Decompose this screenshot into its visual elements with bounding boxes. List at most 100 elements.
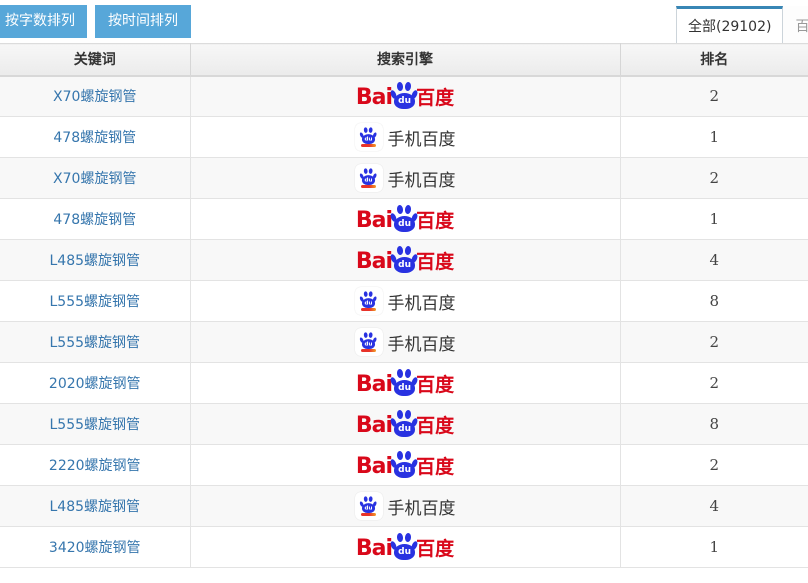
baidu-mobile-logo: du 手机百度	[355, 287, 456, 315]
keyword-cell: 478螺旋钢管	[0, 117, 190, 158]
baidu-paw-icon: du	[391, 205, 418, 233]
column-header-keyword: 关键词	[0, 44, 190, 76]
baidu-wordmark-bai: Bai	[356, 374, 392, 396]
keyword-link[interactable]: L555螺旋钢管	[49, 294, 140, 310]
keyword-cell: L485螺旋钢管	[0, 486, 190, 527]
engine-tabs: 全部(29102) 百度	[676, 6, 808, 43]
keyword-link[interactable]: 3420螺旋钢管	[49, 540, 141, 556]
keyword-link[interactable]: 478螺旋钢管	[53, 212, 136, 228]
baidu-wordmark-hanzi: 百度	[416, 376, 454, 395]
baidu-paw-icon: du	[391, 82, 418, 110]
baidu-wordmark-bai: Bai	[356, 251, 392, 273]
engine-cell: Bai du 百度	[190, 404, 620, 445]
keyword-link[interactable]: L485螺旋钢管	[49, 253, 140, 269]
rank-cell: 8	[620, 281, 808, 322]
engine-label: 手机百度	[388, 330, 456, 355]
table-body: X70螺旋钢管 Bai du 百度 2 478螺旋钢管	[0, 76, 808, 568]
baidu-wordmark-hanzi: 百度	[416, 212, 454, 231]
engine-label: 手机百度	[388, 125, 456, 150]
baidu-pc-logo: Bai du 百度	[356, 205, 454, 233]
tab-baidu[interactable]: 百度	[783, 6, 808, 43]
rank-cell: 1	[620, 527, 808, 568]
baidu-paw-icon: du	[391, 533, 418, 561]
keyword-link[interactable]: L555螺旋钢管	[49, 335, 140, 351]
baidu-mobile-logo: du 手机百度	[355, 492, 456, 520]
keyword-link[interactable]: X70螺旋钢管	[53, 171, 136, 187]
baidu-paw-icon: du	[391, 246, 418, 274]
baidu-wordmark-hanzi: 百度	[416, 253, 454, 272]
keyword-link[interactable]: X70螺旋钢管	[53, 89, 136, 105]
engine-cell: du 手机百度	[190, 158, 620, 199]
baidu-wordmark-hanzi: 百度	[416, 540, 454, 559]
engine-cell: du 手机百度	[190, 117, 620, 158]
baidu-wordmark-bai: Bai	[356, 538, 392, 560]
rank-value: 1	[709, 128, 719, 146]
rank-value: 2	[709, 169, 719, 187]
table-row: 478螺旋钢管 Bai du 百度 1	[0, 199, 808, 240]
keyword-cell: L555螺旋钢管	[0, 281, 190, 322]
baidu-paw-icon: du	[360, 496, 377, 513]
baidu-wordmark-bai: Bai	[356, 210, 392, 232]
keyword-cell: L485螺旋钢管	[0, 240, 190, 281]
baidu-pc-logo: Bai du 百度	[356, 369, 454, 397]
rank-value: 4	[709, 497, 719, 515]
keyword-cell: X70螺旋钢管	[0, 76, 190, 117]
rank-cell: 2	[620, 322, 808, 363]
baidu-wordmark-bai: Bai	[356, 87, 392, 109]
engine-cell: du 手机百度	[190, 486, 620, 527]
engine-cell: Bai du 百度	[190, 363, 620, 404]
engine-cell: Bai du 百度	[190, 199, 620, 240]
baidu-mobile-app-icon: du	[355, 328, 383, 356]
rank-cell: 2	[620, 363, 808, 404]
rank-value: 2	[709, 333, 719, 351]
baidu-paw-icon: du	[391, 410, 418, 438]
ranking-table: 关键词 搜索引擎 排名 X70螺旋钢管 Bai du 百度 2 478螺旋钢管	[0, 43, 808, 568]
baidu-wordmark-bai: Bai	[356, 415, 392, 437]
rank-cell: 2	[620, 76, 808, 117]
rank-cell: 8	[620, 404, 808, 445]
rank-value: 1	[709, 210, 719, 228]
baidu-mobile-app-icon: du	[355, 287, 383, 315]
column-header-rank: 排名	[620, 44, 808, 76]
tab-all[interactable]: 全部(29102)	[676, 6, 783, 43]
table-row: 3420螺旋钢管 Bai du 百度 1	[0, 527, 808, 568]
rank-value: 2	[709, 87, 719, 105]
keyword-link[interactable]: 2220螺旋钢管	[49, 458, 141, 474]
engine-cell: du 手机百度	[190, 322, 620, 363]
table-row: L555螺旋钢管 du 手机百度 8	[0, 281, 808, 322]
baidu-pc-logo: Bai du 百度	[356, 82, 454, 110]
sort-by-time-button[interactable]: 按时间排列	[95, 5, 191, 38]
column-header-engine: 搜索引擎	[190, 44, 620, 76]
keyword-link[interactable]: 478螺旋钢管	[53, 130, 136, 146]
baidu-paw-icon: du	[391, 369, 418, 397]
table-row: 2020螺旋钢管 Bai du 百度 2	[0, 363, 808, 404]
baidu-mobile-logo: du 手机百度	[355, 164, 456, 192]
baidu-pc-logo: Bai du 百度	[356, 246, 454, 274]
baidu-pc-logo: Bai du 百度	[356, 533, 454, 561]
baidu-pc-logo: Bai du 百度	[356, 451, 454, 479]
engine-cell: Bai du 百度	[190, 240, 620, 281]
baidu-wordmark-hanzi: 百度	[416, 458, 454, 477]
baidu-paw-icon: du	[391, 451, 418, 479]
rank-value: 8	[709, 292, 719, 310]
engine-label: 手机百度	[388, 166, 456, 191]
keyword-cell: L555螺旋钢管	[0, 322, 190, 363]
keyword-cell: L555螺旋钢管	[0, 404, 190, 445]
baidu-paw-icon: du	[360, 127, 377, 144]
keyword-link[interactable]: L485螺旋钢管	[49, 499, 140, 515]
keyword-link[interactable]: 2020螺旋钢管	[49, 376, 141, 392]
engine-cell: Bai du 百度	[190, 445, 620, 486]
keyword-cell: 478螺旋钢管	[0, 199, 190, 240]
rank-cell: 4	[620, 486, 808, 527]
rank-cell: 2	[620, 158, 808, 199]
keyword-cell: 3420螺旋钢管	[0, 527, 190, 568]
keyword-link[interactable]: L555螺旋钢管	[49, 417, 140, 433]
table-row: L485螺旋钢管 du 手机百度 4	[0, 486, 808, 527]
baidu-mobile-app-icon: du	[355, 492, 383, 520]
sort-by-words-button[interactable]: 按字数排列	[0, 5, 87, 38]
engine-label: 手机百度	[388, 494, 456, 519]
table-header-row: 关键词 搜索引擎 排名	[0, 44, 808, 76]
baidu-wordmark-hanzi: 百度	[416, 89, 454, 108]
baidu-mobile-app-icon: du	[355, 123, 383, 151]
rank-cell: 2	[620, 445, 808, 486]
